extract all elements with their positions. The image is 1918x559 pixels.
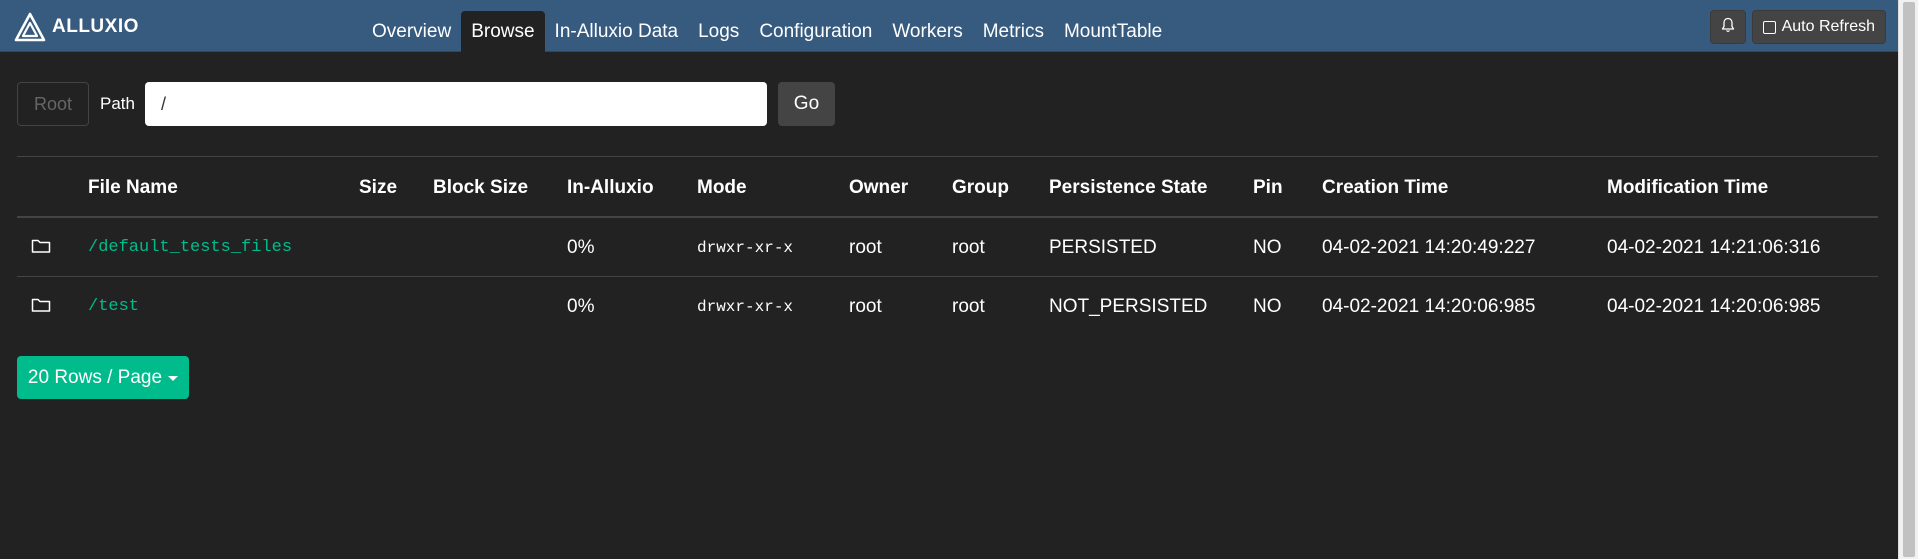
- column-in-alluxio[interactable]: In-Alluxio: [567, 177, 654, 199]
- auto-refresh-checkbox[interactable]: [1762, 20, 1776, 34]
- root-button[interactable]: Root: [17, 82, 89, 126]
- brand[interactable]: ALLUXIO: [14, 12, 139, 42]
- cell-modification-time: 04-02-2021 14:20:06:985: [1607, 296, 1821, 317]
- scrollbar-thumb[interactable]: [1903, 2, 1915, 557]
- cell-group: root: [952, 296, 985, 317]
- cell-in-alluxio: 0%: [567, 237, 595, 258]
- path-bar: Root Path Go: [17, 82, 835, 126]
- cell-mode: drwxr-xr-x: [697, 239, 794, 257]
- path-label: Path: [100, 94, 135, 113]
- top-navbar: ALLUXIO Overview Browse In-Alluxio Data …: [0, 0, 1898, 52]
- column-group[interactable]: Group: [952, 177, 1009, 199]
- tab-workers[interactable]: Workers: [882, 11, 972, 52]
- bell-icon: [1721, 17, 1735, 38]
- cell-mode: drwxr-xr-x: [697, 298, 794, 316]
- file-table: File Name Size Block Size In-Alluxio Mod…: [17, 156, 1878, 336]
- tab-overview[interactable]: Overview: [362, 11, 461, 52]
- column-size[interactable]: Size: [359, 177, 397, 199]
- cell-pin: NO: [1253, 237, 1282, 258]
- cell-owner: root: [849, 296, 882, 317]
- cell-pin: NO: [1253, 296, 1282, 317]
- cell-persistence-state: PERSISTED: [1049, 237, 1157, 258]
- alluxio-logo-icon: [14, 12, 46, 42]
- column-block-size[interactable]: Block Size: [433, 177, 528, 199]
- tab-browse[interactable]: Browse: [461, 11, 545, 52]
- tab-logs[interactable]: Logs: [688, 11, 749, 52]
- caret-down-icon: [168, 376, 179, 381]
- column-persistence-state[interactable]: Persistence State: [1049, 177, 1207, 199]
- tab-mounttable[interactable]: MountTable: [1054, 11, 1172, 52]
- tab-metrics[interactable]: Metrics: [973, 11, 1054, 52]
- cell-in-alluxio: 0%: [567, 296, 595, 317]
- column-file-name[interactable]: File Name: [88, 177, 178, 199]
- rows-per-page-dropdown[interactable]: 20 Rows / Page: [17, 356, 189, 399]
- tab-configuration[interactable]: Configuration: [749, 11, 882, 52]
- file-name-link[interactable]: /test: [88, 297, 139, 316]
- folder-icon: [31, 238, 51, 259]
- cell-owner: root: [849, 237, 882, 258]
- column-owner[interactable]: Owner: [849, 177, 908, 199]
- brand-name: ALLUXIO: [52, 16, 139, 37]
- rows-per-page-label: 20 Rows / Page: [27, 366, 163, 388]
- table-header: File Name Size Block Size In-Alluxio Mod…: [17, 156, 1878, 218]
- cell-modification-time: 04-02-2021 14:21:06:316: [1607, 237, 1821, 258]
- cell-creation-time: 04-02-2021 14:20:06:985: [1322, 296, 1536, 317]
- file-name-link[interactable]: /default_tests_files: [88, 238, 292, 257]
- auto-refresh-label: Auto Refresh: [1781, 18, 1875, 35]
- column-creation-time[interactable]: Creation Time: [1322, 177, 1448, 199]
- path-input[interactable]: [144, 82, 767, 126]
- folder-icon: [31, 297, 51, 318]
- cell-group: root: [952, 237, 985, 258]
- column-pin[interactable]: Pin: [1253, 177, 1283, 199]
- notifications-button[interactable]: [1709, 10, 1746, 44]
- tab-in-alluxio-data[interactable]: In-Alluxio Data: [545, 11, 689, 52]
- column-mode[interactable]: Mode: [697, 177, 747, 199]
- cell-persistence-state: NOT_PERSISTED: [1049, 296, 1208, 317]
- nav-actions: Auto Refresh: [1709, 10, 1886, 44]
- vertical-scrollbar[interactable]: [1898, 0, 1918, 559]
- cell-creation-time: 04-02-2021 14:20:49:227: [1322, 237, 1536, 258]
- column-modification-time[interactable]: Modification Time: [1607, 177, 1768, 199]
- go-button[interactable]: Go: [777, 82, 835, 126]
- table-row: /test 0% drwxr-xr-x root root NOT_PERSIS…: [17, 277, 1878, 336]
- nav-tabs: Overview Browse In-Alluxio Data Logs Con…: [362, 11, 1172, 52]
- auto-refresh-toggle[interactable]: Auto Refresh: [1751, 10, 1886, 44]
- table-row: /default_tests_files 0% drwxr-xr-x root …: [17, 218, 1878, 277]
